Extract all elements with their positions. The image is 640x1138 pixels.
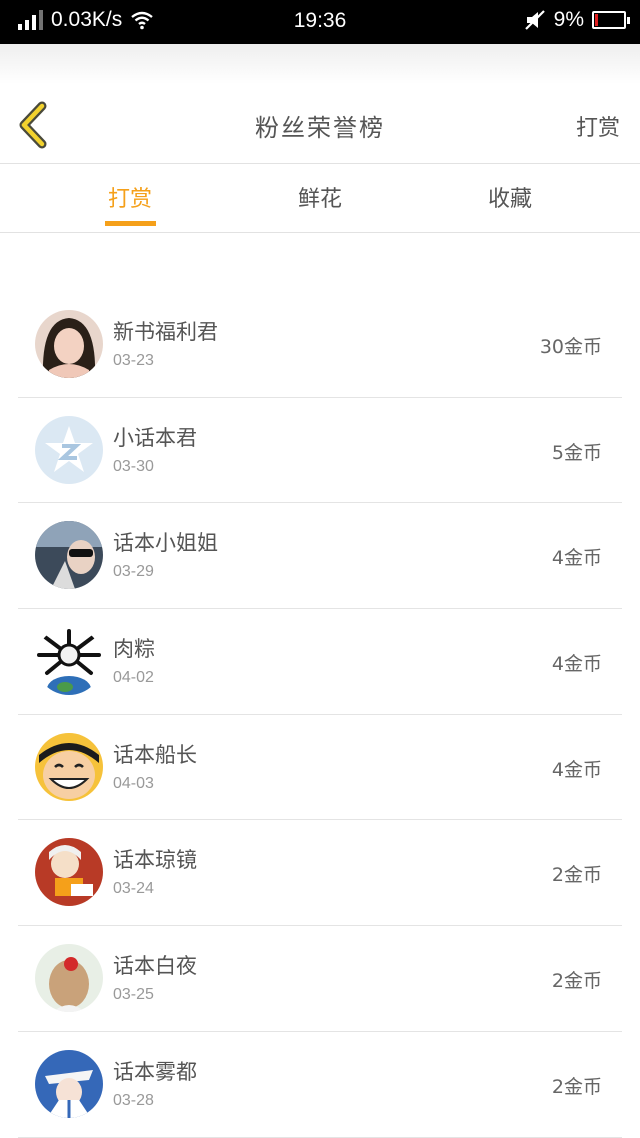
list-item[interactable]: 小话本君 03-30 5金币 (18, 398, 622, 504)
fan-name: 新书福利君 (113, 320, 218, 344)
fan-amount: 2金币 (551, 970, 602, 993)
fan-amount: 5金币 (551, 441, 602, 464)
page-title: 粉丝荣誉榜 (255, 114, 385, 142)
avatar (35, 1049, 103, 1118)
list-item[interactable]: 肉粽 04-02 4金币 (18, 609, 622, 715)
status-right: 9% (524, 8, 630, 32)
fan-amount: 30金币 (539, 336, 602, 358)
list-item[interactable]: 话本白夜 03-25 2金币 (18, 926, 622, 1032)
fan-date: 03-29 (113, 563, 154, 581)
fan-date: 04-03 (113, 774, 154, 792)
fan-name: 话本雾都 (113, 1059, 197, 1084)
battery-percent: 9% (553, 8, 584, 31)
fan-name: 话本小姐姐 (113, 531, 218, 556)
fan-name: 话本船长 (113, 742, 197, 767)
avatar (35, 415, 103, 484)
avatar (35, 944, 103, 1013)
avatar (35, 838, 103, 907)
fan-name: 话本琼镜 (113, 848, 197, 873)
tab-reward[interactable]: 打赏 (70, 181, 190, 213)
fan-date: 03-28 (113, 1091, 154, 1109)
fan-amount: 4金币 (551, 547, 602, 570)
status-bar: 0.03K/s 19:36 9% (0, 0, 640, 44)
fan-amount: 2金币 (551, 1075, 602, 1098)
battery-icon (592, 11, 630, 29)
list-item[interactable]: 新书福利君 03-23 30金币 (18, 292, 622, 398)
list-item[interactable]: 话本琼镜 03-24 2金币 (18, 820, 622, 927)
avatar (35, 521, 103, 590)
fan-date: 03-23 (113, 352, 154, 369)
list-item[interactable]: 话本雾都 03-28 2金币 (18, 1032, 622, 1138)
header-shade (0, 44, 640, 84)
fan-date: 03-24 (113, 880, 154, 898)
avatar (35, 732, 103, 801)
avatar (35, 310, 103, 378)
tab-indicator (105, 221, 156, 226)
battery-fill (595, 14, 598, 26)
fan-amount: 4金币 (551, 653, 602, 676)
fan-amount: 2金币 (551, 864, 602, 887)
fan-name: 肉粽 (113, 637, 155, 662)
tab-flowers[interactable]: 鲜花 (260, 181, 380, 213)
fan-date: 03-30 (113, 457, 154, 475)
nav-bar: 粉丝荣誉榜 打赏 (0, 84, 640, 164)
fan-name: 话本白夜 (113, 954, 197, 979)
list-item[interactable]: 话本小姐姐 03-29 4金币 (18, 503, 622, 610)
avatar (35, 627, 103, 696)
list-item[interactable]: 话本船长 04-03 4金币 (18, 715, 622, 821)
fan-list: 新书福利君 03-23 30金币 小话本君 03-30 5金币 话本小姐姐 03… (0, 292, 640, 1138)
reward-button[interactable]: 打赏 (576, 110, 620, 142)
fan-name: 小话本君 (113, 425, 197, 450)
mute-icon (524, 10, 545, 30)
fan-amount: 4金币 (551, 758, 602, 781)
tab-favorites[interactable]: 收藏 (450, 181, 570, 213)
fan-date: 03-25 (113, 986, 154, 1004)
fan-date: 04-02 (113, 669, 154, 687)
tab-bar: 打赏 鲜花 收藏 (0, 165, 640, 233)
